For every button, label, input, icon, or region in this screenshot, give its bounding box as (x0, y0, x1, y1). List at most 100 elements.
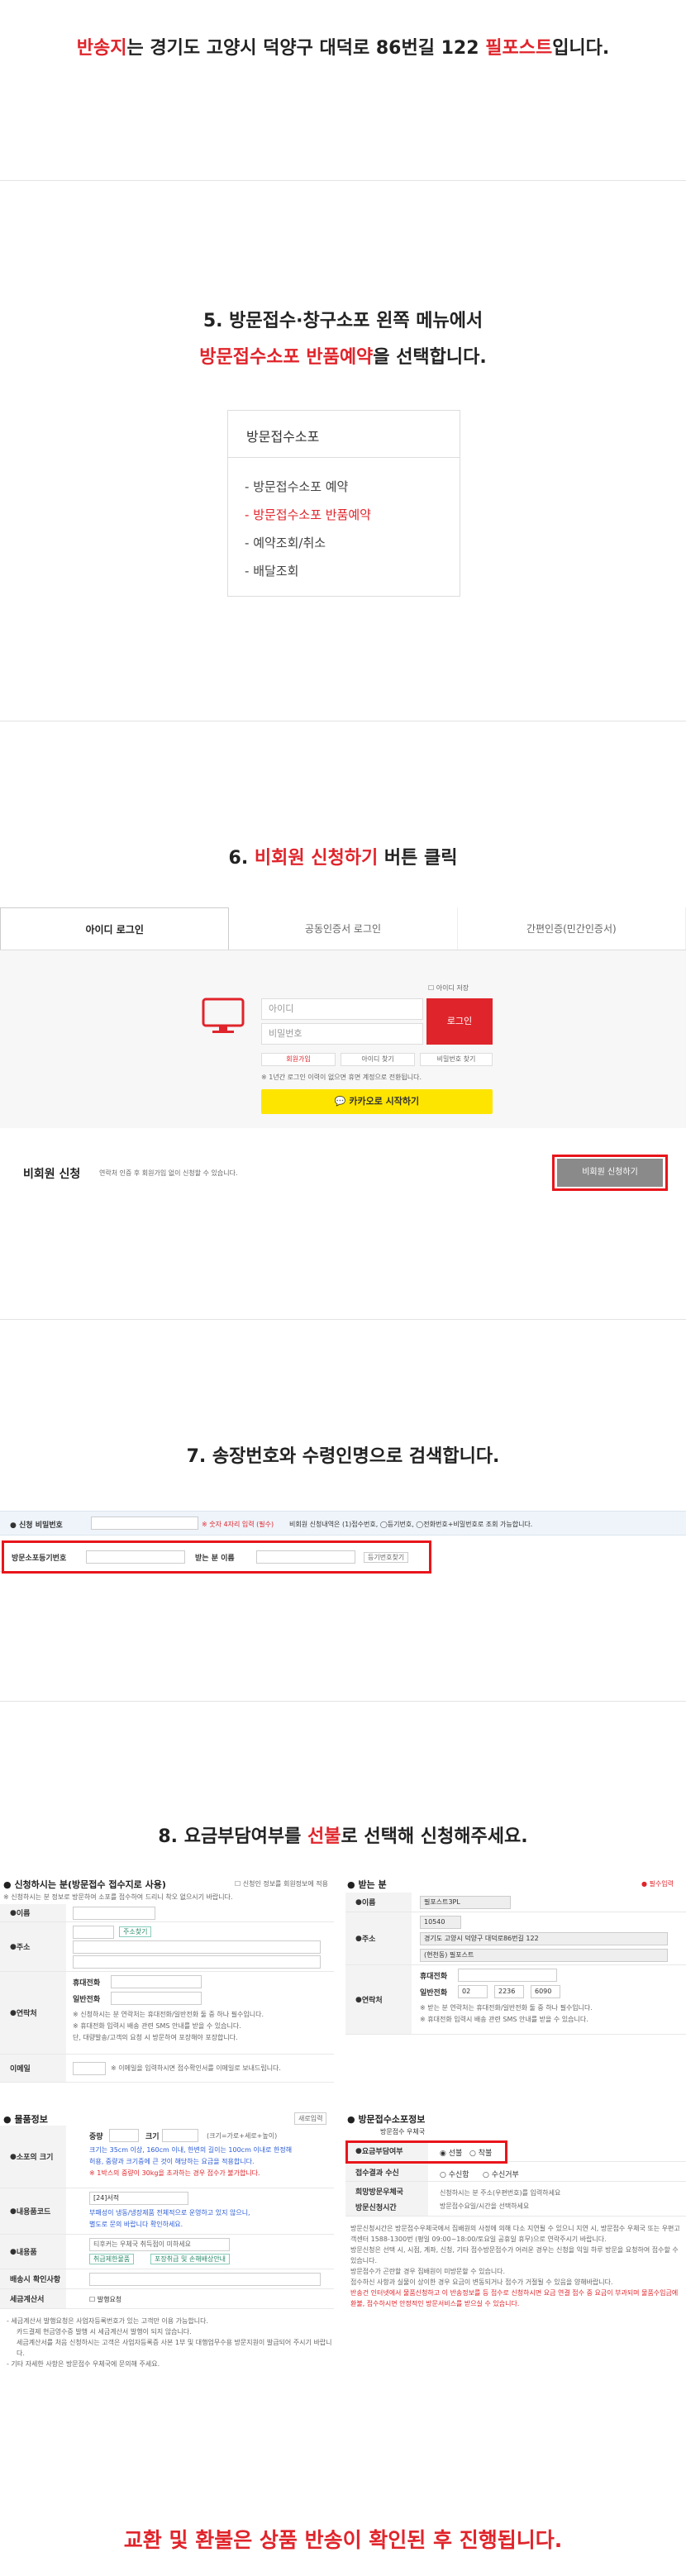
step8-highlight: 선불 (307, 1826, 341, 1847)
password-input[interactable]: 비밀번호 (261, 1023, 423, 1045)
packing-guide-button[interactable]: 포장취급 및 손해배상안내 (150, 2254, 231, 2264)
footer-notice: 교환 및 환불은 상품 반송이 확인된 후 진행됩니다. (123, 2528, 563, 2552)
tab-cert-login[interactable]: 공동인증서 로그인 (229, 907, 458, 950)
recipient-note-1: ※ 받는 분 연락처는 휴대전화/일반전화 둘 중 하나 필수입니다. (420, 2004, 593, 2012)
highlight-box (2, 1540, 431, 1574)
code-note-2: 별도로 문의 바랍니다 확인하세요. (89, 2221, 183, 2228)
recipient-phone-1[interactable]: 02 (458, 1985, 488, 1998)
dormant-notice: ※ 1년간 로그인 이력이 없으면 휴면 계정으로 전환됩니다. (261, 1074, 422, 1081)
pw-label: ● 신청 비밀번호 (10, 1521, 63, 1530)
step6-title: 6. 비회원 신청하기 버튼 클릭 (228, 848, 458, 869)
recipient-mobile-input[interactable] (458, 1969, 557, 1982)
sender-mobile-label: 휴대전화 (73, 1979, 101, 1988)
intro-line: 반송지는 경기도 고양시 덕양구 대덕로 86번길 122 필포스트입니다. (0, 33, 686, 60)
visit-note-2: 방문신청은 선택 시, 시점, 계좌, 신청, 기타 접수방문접수가 어려운 경… (350, 2246, 679, 2264)
id-input[interactable]: 아이디 (261, 998, 423, 1020)
menu-item-visit-reserve[interactable]: - 방문접수소포 예약 (245, 473, 443, 501)
visit-note-red: 반송건 인터넷에서 물품신청하고 이 반송정보를 등 접수로 신청하시면 요금 … (350, 2289, 679, 2307)
tab-simple-auth[interactable]: 간편인증(민간인증서) (458, 907, 686, 950)
visit-note-3: 방문접수가 곤란할 경우 집배원이 미방문할 수 있습니다. (350, 2268, 506, 2275)
pw-input[interactable] (91, 1517, 198, 1530)
visit-parcel-menu: 방문접수소포 - 방문접수소포 예약 - 방문접수소포 반품예약 - 예약조회/… (227, 410, 460, 597)
sender-contact-label: ● 연락처 (0, 1972, 66, 2054)
computer-icon (202, 998, 245, 1033)
recipient-name-row: ● 이름 필포스트3PL (345, 1893, 686, 1912)
recipient-phone-3[interactable]: 6090 (531, 1985, 560, 1998)
tab-id-login[interactable]: 아이디 로그인 (0, 907, 230, 950)
restricted-goods-button[interactable]: 취급제한물품 (89, 2254, 135, 2264)
join-button[interactable]: 회원가입 (261, 1053, 336, 1066)
sender-email-row: 이메일 ※ 이메일을 입력하시면 접수확인서를 이메일로 보내드립니다. (0, 2055, 334, 2083)
intro-text: 는 경기도 고양시 덕양구 대덕로 86번길 122 (126, 38, 486, 59)
visit-office-labels: 희망방문우체국 방문신청시간 (345, 2182, 428, 2216)
recipient-phone-2[interactable]: 2236 (494, 1985, 524, 1998)
required-note: ● 필수입력 (641, 1880, 674, 1888)
step5-title-line2: 방문접수소포 반품예약을 선택합니다. (0, 342, 686, 369)
visit-note-4: 접수하신 사항과 실물이 상이한 경우 요금이 변동되거나 접수가 거절될 수 … (350, 2278, 613, 2286)
goods-new-button[interactable]: 새로입력 (294, 2112, 327, 2125)
foot-note-4: - 기타 자세한 사항은 방문접수 우체국에 문의해 주세요. (7, 2360, 160, 2368)
sender-name-row: ● 이름 (0, 1904, 334, 1922)
parcel-size-label: ● 소포의 크기 (0, 2126, 66, 2188)
nonmember-desc: 연락처 인증 후 회원가입 없이 신청할 수 있습니다. (99, 1169, 238, 1177)
login-button[interactable]: 로그인 (426, 998, 493, 1045)
highlight-box (552, 1155, 668, 1191)
delivery-check-row: 배송시 확인사항 (0, 2269, 334, 2289)
tax-invoice-row: 세금계산서 ☐ 발행요청 (0, 2289, 334, 2309)
size-input[interactable] (162, 2129, 198, 2142)
find-id-button[interactable]: 아이디 찾기 (341, 1053, 415, 1066)
menu-item-delivery-track[interactable]: - 배달조회 (245, 557, 443, 585)
receive-no-radio[interactable]: ○ 수신거부 (483, 2169, 519, 2179)
sender-mobile-input[interactable] (111, 1975, 202, 1988)
weight-label: 중량 (89, 2133, 103, 2141)
content-input[interactable]: 티후커는 우체국 취득점이 미하세요 (89, 2238, 230, 2251)
foot-note-1: - 세금계산서 발행요청은 사업자등록번호가 있는 고객만 이용 가능합니다. (7, 2317, 209, 2325)
save-id-checkbox[interactable]: ☐ 아이디 저장 (428, 983, 469, 993)
recipient-zip-value: 10540 (420, 1916, 461, 1929)
same-as-member-checkbox[interactable]: ☐ 신청인 정보를 회원정보에 적용 (235, 1879, 328, 1888)
menu-item-return-reserve[interactable]: - 방문접수소포 반품예약 (245, 501, 443, 529)
content-code-select[interactable]: [24]서적 (89, 2192, 188, 2205)
find-pw-button[interactable]: 비밀번호 찾기 (420, 1053, 493, 1066)
kakao-login-button[interactable]: 💬 카카오로 시작하기 (261, 1089, 493, 1114)
visit-office-row: 희망방문우체국 방문신청시간 신청하시는 분 주소(우편번호)를 입력하세요 방문… (345, 2182, 686, 2217)
contact-note-3: 단, 대량발송/고객의 요청 시 방문하여 포장해야 포장합니다. (73, 2034, 238, 2041)
delivery-check-input[interactable] (89, 2273, 321, 2286)
tax-invoice-label: 세금계산서 (0, 2289, 66, 2308)
tax-invoice-checkbox[interactable]: ☐ 발행요청 (89, 2295, 121, 2304)
divider (0, 1319, 686, 1320)
step7-title: 7. 송장번호와 수령인명으로 검색합니다. (186, 1446, 500, 1467)
sender-head: ● 신청하시는 분(방문접수 접수지로 사용) (3, 1879, 166, 1890)
recipient-phone-label: 일반전화 (420, 1989, 448, 1997)
sender-address-detail-input[interactable] (73, 1955, 321, 1969)
receive-yes-radio[interactable]: ○ 수신함 (440, 2169, 469, 2179)
visit-office-label: 방문접수 우체국 (380, 2128, 426, 2136)
find-address-button[interactable]: 주소찾기 (119, 1926, 152, 1937)
visit-notes: 방문신청시간은 방문접수우체국에서 집배원의 사정에 의해 다소 지연될 수 있… (350, 2223, 681, 2309)
recipient-head: ● 받는 분 (347, 1879, 387, 1890)
contact-note-2: ※ 휴대전화 입력시 배송 관련 SMS 안내를 받을 수 있습니다. (73, 2022, 241, 2030)
sender-address-row: ● 주소 주소찾기 (0, 1922, 334, 1972)
step5-highlight: 방문접수소포 반품예약 (199, 347, 374, 368)
visit-date-label: 희망방문우체국 (355, 2188, 403, 2197)
menu-item-inquiry-cancel[interactable]: - 예약조회/취소 (245, 529, 443, 557)
sender-email-input[interactable] (73, 2062, 106, 2075)
sender-address-input[interactable] (73, 1940, 321, 1954)
password-row: ● 신청 비밀번호 ※ 숫자 4자리 입력 (필수) 비회원 신청내역은 (1)… (0, 1511, 686, 1536)
weight-input[interactable] (109, 2129, 139, 2142)
intro-highlight-return: 반송지 (76, 38, 127, 59)
visit-date-note: 신청하시는 분 주소(우편번호)를 입력하세요 (440, 2189, 561, 2197)
content-code-row: ● 내용품코드 [24]서적 부패성이 냉동/냉장제품 전체적으로 운영하고 있… (0, 2188, 334, 2235)
parcel-size-row: ● 소포의 크기 중량 크기 (크기=가로+세로+높이) 크기는 35cm 이상… (0, 2126, 334, 2188)
goods-note-3: ※ 1박스의 중량이 30kg을 초과하는 경우 접수가 불가합니다. (89, 2169, 260, 2177)
sender-sub: ※ 신청하시는 분 정보로 방문하여 소포를 접수하여 드리니 착오 없으시기 … (3, 1893, 233, 1901)
foot-note-2: 카드결제 현금영수증 발행 시 세금계산서 발행이 되지 않습니다. (17, 2328, 192, 2336)
sender-zip-input[interactable] (73, 1926, 114, 1939)
code-note-1: 부패성이 냉동/냉장제품 전체적으로 운영하고 있지 않으니, (89, 2209, 250, 2217)
visit-note-1: 방문신청시간은 방문접수우체국에서 집배원의 사정에 의해 다소 지연될 수 있… (350, 2225, 680, 2243)
contact-note-1: ※ 신청하시는 분 연락처는 휴대전화/일반전화 둘 중 하나 필수입니다. (73, 2011, 264, 2018)
sender-phone-input[interactable] (111, 1992, 202, 2005)
sender-name-input[interactable] (73, 1907, 155, 1920)
chat-bubble-icon: 💬 (334, 1096, 346, 1107)
pw-note2: 비회원 신청내역은 (1)접수번호, ◯등기번호, ◯전화번호+비밀번호로 조회… (289, 1521, 533, 1528)
